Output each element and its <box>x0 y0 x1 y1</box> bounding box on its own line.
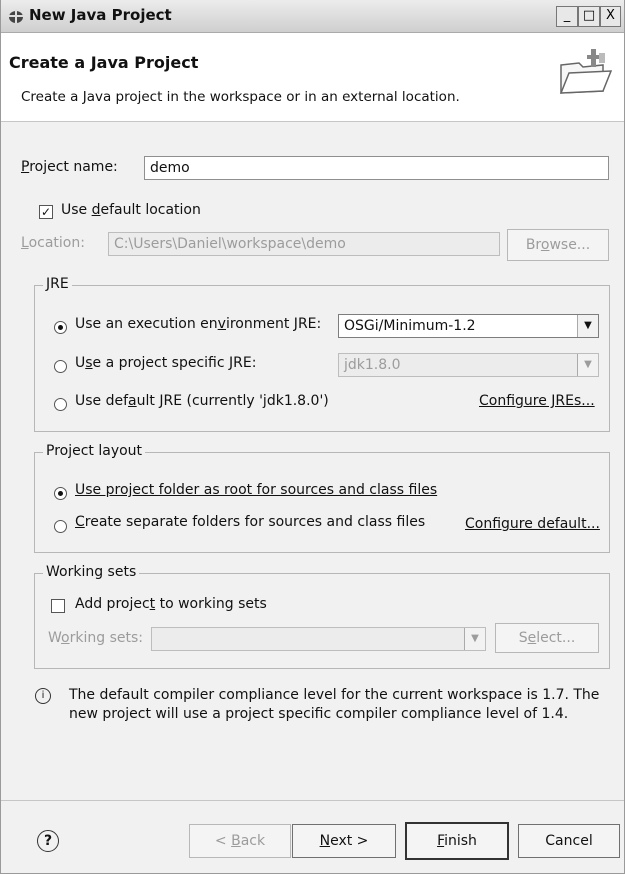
select-working-sets-button[interactable]: Select... <box>495 623 599 653</box>
title-bar: New Java Project _ □ X <box>1 0 624 33</box>
next-button[interactable]: Next > <box>292 824 396 858</box>
location-input[interactable]: C:\Users\Daniel\workspace\demo <box>108 232 500 256</box>
working-sets-group: Working sets <box>34 564 610 669</box>
info-icon: i <box>35 688 51 704</box>
dropdown-arrow-icon[interactable]: ▼ <box>464 628 485 650</box>
location-label: Location: <box>21 235 85 251</box>
single-folder-layout-radio[interactable] <box>54 487 67 500</box>
page-title: Create a Java Project <box>9 53 199 72</box>
help-icon[interactable]: ? <box>37 830 59 852</box>
working-sets-group-title: Working sets <box>43 564 140 580</box>
project-name-input[interactable]: demo <box>144 156 609 180</box>
add-to-working-sets-label[interactable]: Add project to working sets <box>75 596 267 612</box>
separate-folders-layout-radio[interactable] <box>54 520 67 533</box>
default-jre-label[interactable]: Use default JRE (currently 'jdk1.8.0') <box>75 393 329 409</box>
dropdown-arrow-icon[interactable]: ▼ <box>577 315 598 337</box>
execution-environment-label[interactable]: Use an execution environment JRE: <box>75 316 321 332</box>
working-sets-select[interactable]: ▼ <box>151 627 486 651</box>
separate-folders-layout-label[interactable]: Create separate folders for sources and … <box>75 514 425 530</box>
project-layout-group-title: Project layout <box>43 443 146 459</box>
execution-environment-radio[interactable] <box>54 321 67 334</box>
execution-environment-select[interactable]: OSGi/Minimum-1.2 ▼ <box>338 314 599 338</box>
new-java-project-dialog: New Java Project _ □ X Create a Java Pro… <box>0 0 625 874</box>
configure-default-link[interactable]: Configure default... <box>465 516 600 532</box>
wizard-header: Create a Java Project Create a Java proj… <box>1 33 624 122</box>
dropdown-arrow-icon[interactable]: ▼ <box>577 354 598 376</box>
finish-button[interactable]: Finish <box>405 822 509 860</box>
project-specific-jre-radio[interactable] <box>54 360 67 373</box>
folder-wizard-icon <box>559 49 613 94</box>
button-bar-separator <box>1 800 624 801</box>
close-button[interactable]: X <box>600 6 621 27</box>
compliance-info-message: i The default compiler compliance level … <box>35 686 605 724</box>
minimize-button[interactable]: _ <box>556 6 578 27</box>
default-jre-radio[interactable] <box>54 398 67 411</box>
use-default-location-checkbox[interactable]: ✓ <box>39 205 53 219</box>
maximize-button[interactable]: □ <box>578 6 600 27</box>
use-default-location-label[interactable]: Use default location <box>61 202 201 218</box>
single-folder-layout-label[interactable]: Use project folder as root for sources a… <box>75 482 437 498</box>
configure-jres-link[interactable]: Configure JREs... <box>479 393 595 409</box>
project-layout-group: Project layout <box>34 443 610 553</box>
back-button[interactable]: < Back <box>189 824 291 858</box>
jre-group-title: JRE <box>43 276 72 292</box>
working-sets-label: Working sets: <box>48 630 143 646</box>
cancel-button[interactable]: Cancel <box>518 824 620 858</box>
project-specific-jre-select[interactable]: jdk1.8.0 ▼ <box>338 353 599 377</box>
java-project-icon <box>9 9 23 23</box>
window-title: New Java Project <box>29 6 172 24</box>
add-to-working-sets-checkbox[interactable] <box>51 599 65 613</box>
compliance-info-text: The default compiler compliance level fo… <box>69 687 600 722</box>
project-name-label: Project name: <box>21 159 118 175</box>
browse-button[interactable]: Browse... <box>507 229 609 261</box>
project-specific-jre-label[interactable]: Use a project specific JRE: <box>75 355 256 371</box>
page-description: Create a Java project in the workspace o… <box>21 89 460 105</box>
